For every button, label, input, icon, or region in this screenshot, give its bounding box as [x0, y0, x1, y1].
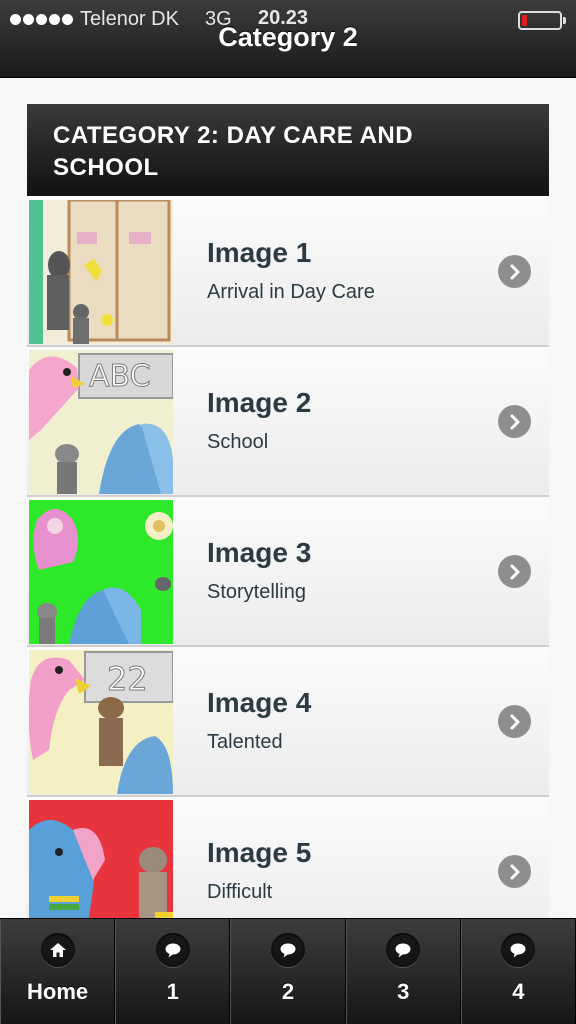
tab-home[interactable]: Home: [0, 919, 116, 1024]
tab-3[interactable]: 3: [345, 919, 461, 1024]
thumbnail-school-drawing: ABC: [29, 350, 173, 494]
item-title: Image 4: [207, 687, 312, 718]
list-item-image-3[interactable]: Image 3 Storytelling: [27, 497, 549, 647]
item-subtitle: School: [207, 431, 269, 453]
chevron-right-icon: [498, 255, 531, 288]
tab-label: 3: [397, 979, 410, 1004]
item-subtitle: Storytelling: [207, 581, 306, 603]
thumbnail-arrival-drawing: [29, 200, 173, 344]
category-heading: CATEGORY 2: DAY CARE AND SCHOOL: [27, 104, 549, 196]
home-icon: [40, 933, 75, 967]
thumbnail-storytelling-drawing: [29, 500, 173, 644]
item-title: Image 2: [207, 387, 312, 418]
item-subtitle: Arrival in Day Care: [207, 281, 375, 303]
header-bar: Telenor DK 3G 20.23 Category 2: [0, 0, 576, 78]
speech-bubble-icon: [501, 933, 536, 967]
bottom-tab-bar: Home 1 2 3 4: [0, 918, 576, 1024]
tab-4[interactable]: 4: [460, 919, 576, 1024]
item-subtitle: Talented: [207, 731, 283, 753]
page-title: Category 2: [218, 22, 358, 52]
main-content: CATEGORY 2: DAY CARE AND SCHOOL Image 1 …: [0, 78, 576, 947]
list-item-image-2[interactable]: ABC Image 2 School: [27, 347, 549, 497]
item-subtitle: Difficult: [207, 881, 273, 903]
image-list: Image 1 Arrival in Day Care ABC Image 2 …: [27, 197, 549, 947]
chevron-right-icon: [498, 855, 531, 888]
tab-1[interactable]: 1: [115, 919, 231, 1024]
thumbnail-talented-drawing: 22: [29, 650, 173, 794]
item-title: Image 3: [207, 537, 312, 568]
thumb-abc-text: ABC: [89, 359, 151, 394]
tab-label: 4: [512, 979, 525, 1004]
tab-2[interactable]: 2: [230, 919, 346, 1024]
speech-bubble-icon: [386, 933, 421, 967]
tab-label: 1: [166, 979, 179, 1004]
speech-bubble-icon: [271, 933, 305, 967]
chevron-right-icon: [498, 405, 531, 438]
item-title: Image 1: [207, 237, 312, 268]
chevron-right-icon: [498, 555, 531, 588]
item-title: Image 5: [207, 837, 312, 868]
thumb-number-text: 22: [107, 660, 148, 698]
list-item-image-4[interactable]: 22 Image 4 Talented: [27, 647, 549, 797]
chevron-right-icon: [498, 705, 531, 738]
speech-bubble-icon: [155, 933, 190, 967]
tab-label: 2: [281, 979, 295, 1004]
list-item-image-1[interactable]: Image 1 Arrival in Day Care: [27, 197, 549, 347]
tab-label: Home: [27, 979, 89, 1004]
